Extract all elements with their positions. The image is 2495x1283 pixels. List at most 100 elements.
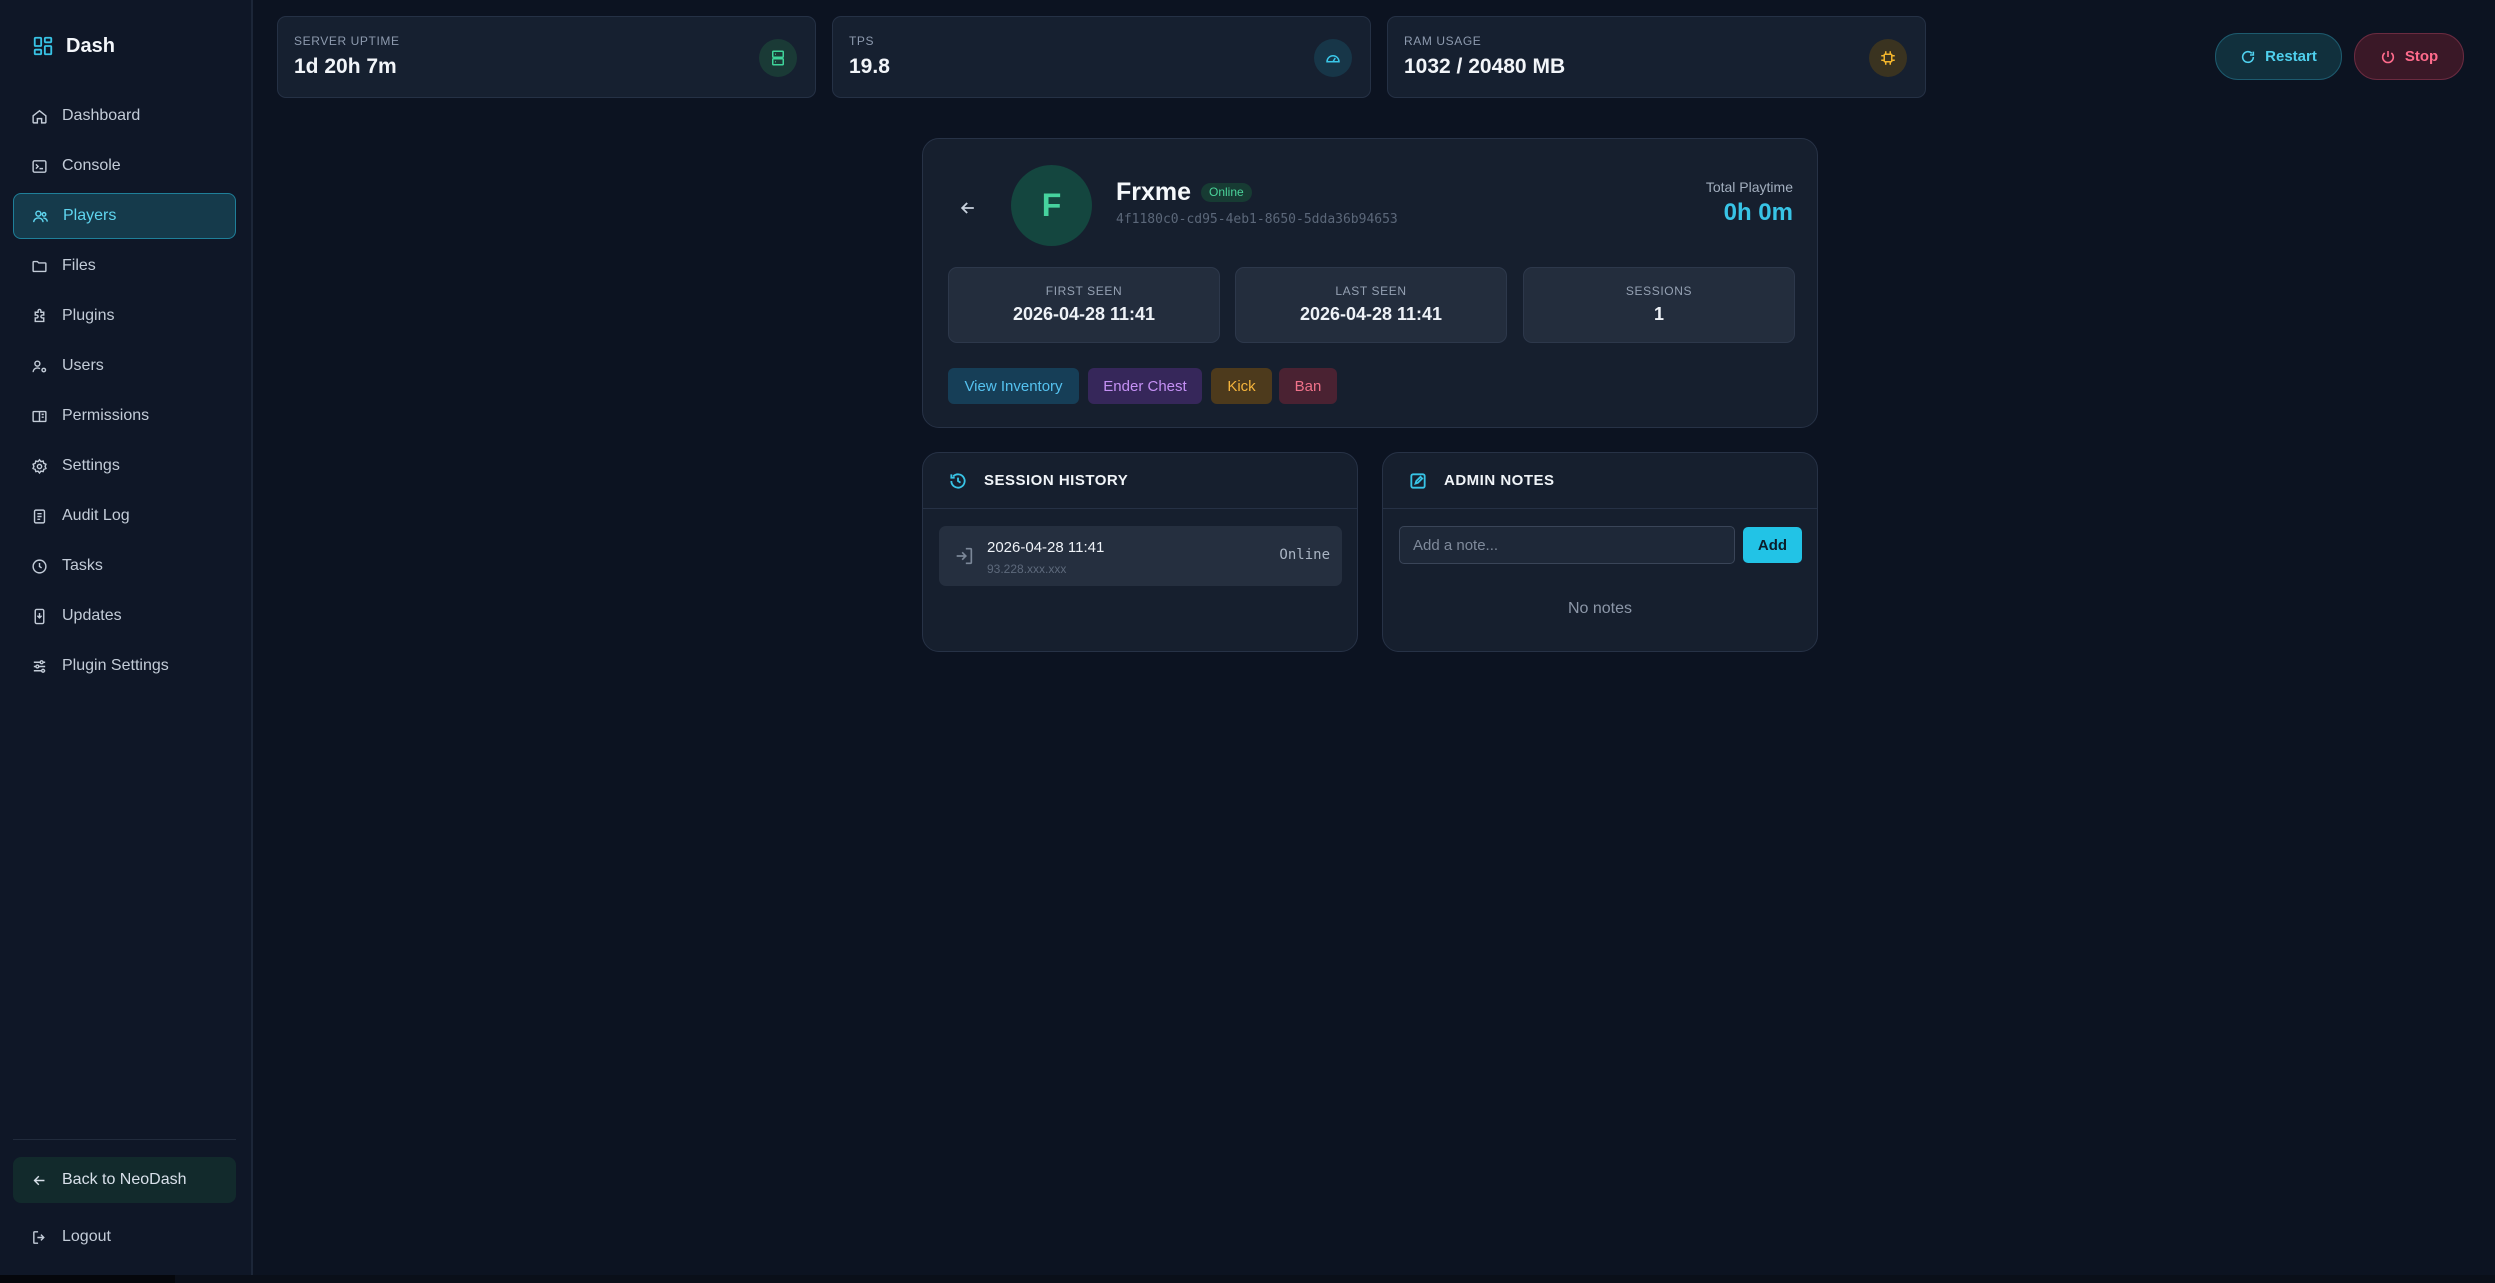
sidebar: Dash Dashboard Console Players Files Plu… bbox=[0, 0, 253, 1275]
logout-icon bbox=[33, 1230, 45, 1244]
sidebar-item-console[interactable]: Console bbox=[13, 143, 236, 189]
sidebar-item-players[interactable]: Players bbox=[13, 193, 236, 239]
last-seen-value: 2026-04-28 11:41 bbox=[1299, 304, 1443, 324]
view-inventory-button[interactable]: View Inventory bbox=[948, 368, 1079, 404]
login-icon bbox=[956, 547, 973, 565]
session-row: 2026-04-28 11:41 93.228.xxx.xxx Online bbox=[939, 526, 1342, 586]
player-uuid: 4f1180c0-cd95-4eb1-8650-5dda36b94653 bbox=[1116, 212, 1398, 227]
logout-label: Logout bbox=[62, 1228, 111, 1245]
stat-card-ram: RAM USAGE 1032 / 20480 MB bbox=[1387, 16, 1926, 98]
stat-card-tps: TPS 19.8 bbox=[832, 16, 1371, 98]
sidebar-item-label: Dashboard bbox=[62, 107, 141, 124]
sidebar-item-users[interactable]: Users bbox=[13, 343, 236, 389]
last-seen-box: LAST SEEN 2026-04-28 11:41 bbox=[1235, 267, 1507, 343]
clipboard-icon bbox=[33, 508, 46, 524]
stat-card-uptime: SERVER UPTIME 1d 20h 7m bbox=[277, 16, 816, 98]
ban-button[interactable]: Ban bbox=[1279, 368, 1337, 404]
sidebar-item-audit-log[interactable]: Audit Log bbox=[13, 493, 236, 539]
sidebar-item-plugin-settings[interactable]: Plugin Settings bbox=[13, 643, 236, 689]
sidebar-item-files[interactable]: Files bbox=[13, 243, 236, 289]
gear-icon bbox=[32, 458, 47, 474]
no-notes-text: No notes bbox=[1567, 600, 1633, 617]
bottom-strip bbox=[0, 1275, 2495, 1283]
player-profile-card: F Frxme Online 4f1180c0-cd95-4eb1-8650-5… bbox=[922, 138, 1818, 428]
session-history-title: SESSION HISTORY bbox=[984, 472, 1129, 489]
stat-value: 1d 20h 7m bbox=[294, 55, 397, 78]
sidebar-item-label: Plugins bbox=[62, 307, 115, 324]
sessions-box: SESSIONS 1 bbox=[1523, 267, 1795, 343]
total-playtime-value: 0h 0m bbox=[1723, 199, 1793, 226]
sidebar-item-dashboard[interactable]: Dashboard bbox=[13, 93, 236, 139]
admin-notes-title: ADMIN NOTES bbox=[1444, 472, 1555, 489]
session-history-panel: SESSION HISTORY 2026-04-28 11:41 93.228.… bbox=[922, 452, 1358, 652]
admin-notes-panel: ADMIN NOTES Add No notes bbox=[1382, 452, 1818, 652]
sidebar-item-label: Tasks bbox=[62, 557, 103, 574]
chip-icon bbox=[1869, 39, 1907, 77]
session-status: Online bbox=[1279, 547, 1330, 563]
session-time: 2026-04-28 11:41 bbox=[987, 539, 1105, 556]
first-seen-label: FIRST SEEN bbox=[1045, 284, 1123, 298]
note-input[interactable] bbox=[1399, 526, 1735, 564]
sidebar-item-permissions[interactable]: Permissions bbox=[13, 393, 236, 439]
edit-note-icon bbox=[1410, 472, 1426, 489]
status-badge: Online bbox=[1201, 183, 1252, 202]
refresh-icon bbox=[2242, 50, 2255, 63]
puzzle-icon bbox=[34, 308, 45, 322]
home-icon bbox=[32, 109, 47, 124]
user-cog-icon bbox=[32, 359, 47, 373]
stat-label: SERVER UPTIME bbox=[294, 34, 400, 48]
back-to-neodash-button[interactable]: Back to NeoDash bbox=[13, 1157, 236, 1203]
stop-button[interactable]: Stop bbox=[2354, 33, 2464, 80]
sidebar-item-label: Plugin Settings bbox=[62, 657, 169, 674]
sidebar-item-label: Players bbox=[63, 207, 117, 224]
permissions-icon bbox=[32, 410, 47, 422]
total-playtime-label: Total Playtime bbox=[1705, 179, 1793, 195]
ender-chest-button[interactable]: Ender Chest bbox=[1088, 368, 1202, 404]
folder-icon bbox=[32, 260, 47, 272]
last-seen-label: LAST SEEN bbox=[1335, 284, 1407, 298]
dashboard-grid-icon bbox=[33, 36, 53, 56]
sidebar-item-plugins[interactable]: Plugins bbox=[13, 293, 236, 339]
server-icon bbox=[759, 39, 797, 77]
sidebar-item-tasks[interactable]: Tasks bbox=[13, 543, 236, 589]
session-ip: 93.228.xxx.xxx bbox=[987, 562, 1067, 576]
clock-icon bbox=[32, 558, 47, 574]
stat-label: TPS bbox=[849, 34, 875, 48]
sidebar-item-label: Settings bbox=[62, 457, 120, 474]
sessions-label: SESSIONS bbox=[1625, 284, 1693, 298]
sidebar-item-label: Users bbox=[62, 357, 104, 374]
sliders-icon bbox=[33, 659, 46, 673]
sidebar-item-label: Console bbox=[62, 157, 121, 174]
admin-notes-header: ADMIN NOTES bbox=[1383, 453, 1817, 509]
restart-button[interactable]: Restart bbox=[2215, 33, 2342, 80]
gauge-icon bbox=[1314, 39, 1352, 77]
sidebar-item-updates[interactable]: Updates bbox=[13, 593, 236, 639]
sidebar-item-settings[interactable]: Settings bbox=[13, 443, 236, 489]
arrow-left-icon bbox=[33, 1175, 45, 1185]
history-icon bbox=[950, 472, 966, 489]
sidebar-divider bbox=[13, 1139, 236, 1140]
player-name: Frxme bbox=[1116, 178, 1192, 206]
restart-label: Restart bbox=[2265, 48, 2317, 65]
logout-button[interactable]: Logout bbox=[13, 1214, 236, 1260]
kick-button[interactable]: Kick bbox=[1211, 368, 1272, 404]
stat-value: 19.8 bbox=[849, 55, 890, 78]
stop-label: Stop bbox=[2404, 48, 2439, 65]
sidebar-item-label: Audit Log bbox=[62, 507, 130, 524]
terminal-icon bbox=[32, 159, 47, 173]
brand-name: Dash bbox=[66, 34, 115, 57]
update-icon bbox=[34, 608, 45, 624]
session-history-header: SESSION HISTORY bbox=[923, 453, 1357, 509]
back-arrow-icon[interactable] bbox=[955, 195, 981, 221]
sessions-value: 1 bbox=[1653, 304, 1664, 324]
first-seen-box: FIRST SEEN 2026-04-28 11:41 bbox=[948, 267, 1220, 343]
sidebar-item-label: Updates bbox=[62, 607, 122, 624]
power-icon bbox=[2381, 50, 2394, 63]
brand[interactable]: Dash bbox=[32, 32, 115, 60]
back-label: Back to NeoDash bbox=[62, 1171, 187, 1188]
stat-value: 1032 / 20480 MB bbox=[1404, 55, 1566, 78]
add-note-button[interactable]: Add bbox=[1743, 527, 1802, 563]
users-icon bbox=[33, 209, 48, 222]
first-seen-value: 2026-04-28 11:41 bbox=[1012, 304, 1156, 324]
sidebar-item-label: Files bbox=[62, 257, 96, 274]
